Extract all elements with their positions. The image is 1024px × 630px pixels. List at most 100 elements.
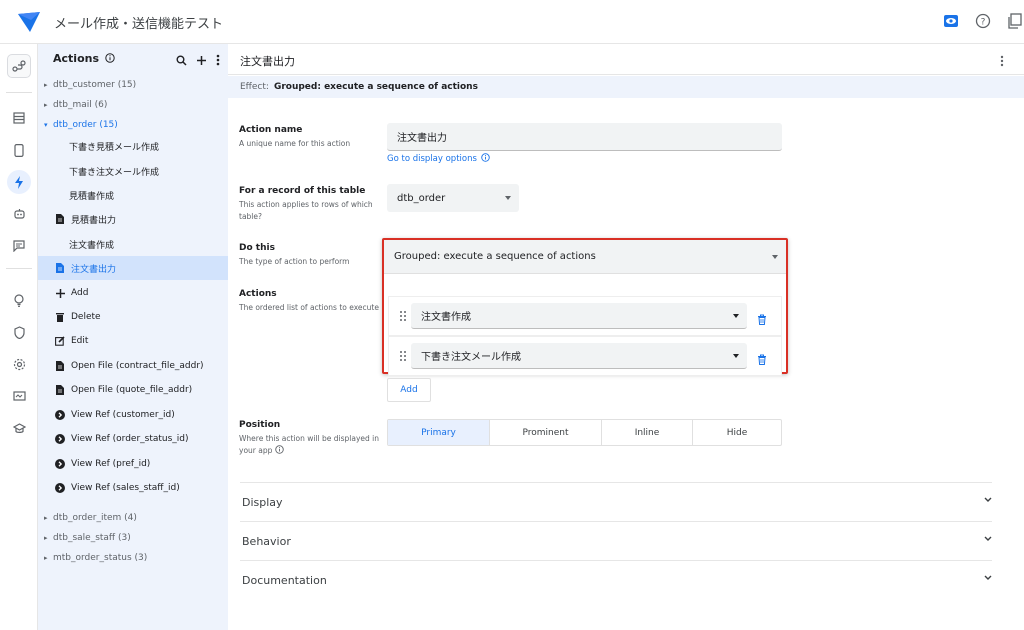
list-item[interactable]: View Ref (sales_staff_id) [38, 476, 228, 500]
caret-right-icon: ▸ [44, 554, 48, 562]
tree-table-dtb-mail[interactable]: ▸ dtb_mail (6) [38, 94, 228, 116]
do-this-desc: The type of action to perform [239, 257, 350, 266]
list-item[interactable]: 下書き注文メール作成 [38, 159, 228, 183]
routes-icon[interactable] [7, 54, 31, 78]
info-icon[interactable] [105, 53, 115, 66]
effect-bar: Effect: Grouped: execute a sequence of a… [228, 76, 1024, 98]
position-segmented-control: Primary Prominent Inline Hide [387, 419, 782, 446]
do-this-select[interactable]: Grouped: execute a sequence of actions [384, 240, 786, 274]
position-label: Position [239, 420, 281, 430]
file-icon [54, 360, 66, 372]
monitor-icon[interactable] [7, 384, 31, 408]
arrow-circle-icon [54, 409, 66, 421]
data-icon[interactable] [7, 106, 31, 130]
plus-icon [54, 287, 66, 299]
mobile-icon[interactable] [7, 138, 31, 162]
action-list-row: 注文書作成 [388, 296, 782, 336]
table-label: For a record of this table [239, 186, 366, 196]
list-item[interactable]: Delete [38, 305, 228, 329]
svg-text:?: ? [981, 18, 986, 28]
editor-header: 注文書出力 [228, 44, 1024, 75]
action-name-input[interactable]: 注文書出力 [387, 123, 782, 151]
trash-icon [54, 311, 66, 323]
list-item[interactable]: Open File (contract_file_addr) [38, 354, 228, 378]
info-icon [481, 153, 490, 165]
caret-down-icon: ▾ [44, 121, 48, 129]
more-vert-icon[interactable] [1000, 52, 1004, 71]
list-item[interactable]: View Ref (order_status_id) [38, 427, 228, 451]
position-prominent-option[interactable]: Prominent [490, 420, 602, 445]
chevron-down-icon [505, 196, 511, 200]
caret-right-icon: ▸ [44, 81, 48, 89]
edit-icon [54, 335, 66, 347]
tree-table-dtb-order[interactable]: ▾ dtb_order (15) [38, 114, 228, 136]
arrow-circle-icon [54, 482, 66, 494]
sidebar-header: Actions [38, 44, 228, 72]
eye-icon[interactable] [942, 12, 960, 30]
tree-table-mtb-order-status[interactable]: ▸ mtb_order_status (3) [38, 547, 228, 569]
security-shield-icon[interactable] [7, 320, 31, 344]
arrow-circle-icon [54, 433, 66, 445]
list-item-selected[interactable]: 注文書出力 [38, 256, 228, 280]
delete-icon[interactable] [757, 310, 767, 329]
automation-bot-icon[interactable] [7, 202, 31, 226]
add-icon[interactable] [196, 51, 207, 70]
display-options-link[interactable]: Go to display options [387, 153, 490, 165]
delete-icon[interactable] [757, 350, 767, 369]
actions-bolt-icon[interactable] [7, 170, 31, 194]
list-item[interactable]: View Ref (pref_id) [38, 452, 228, 476]
position-inline-option[interactable]: Inline [602, 420, 693, 445]
behavior-section[interactable]: Behavior [240, 521, 992, 560]
copy-icon[interactable] [1006, 12, 1024, 30]
display-section[interactable]: Display [240, 482, 992, 521]
lightbulb-icon[interactable] [7, 288, 31, 312]
nav-rail [0, 44, 38, 630]
tree-table-dtb-order-item[interactable]: ▸ dtb_order_item (4) [38, 507, 228, 529]
list-item[interactable]: View Ref (customer_id) [38, 403, 228, 427]
drag-handle-icon[interactable] [399, 350, 407, 362]
top-bar: メール作成・送信機能テスト ? [0, 0, 1024, 44]
page-title: 注文書出力 [240, 55, 295, 68]
documentation-section[interactable]: Documentation [240, 560, 992, 599]
action-name-label: Action name [239, 125, 303, 135]
help-icon[interactable]: ? [974, 12, 992, 30]
action-select[interactable]: 下書き注文メール作成 [411, 343, 747, 369]
appsheet-logo-icon [18, 12, 40, 32]
list-item[interactable]: Open File (quote_file_addr) [38, 378, 228, 402]
add-action-button[interactable]: Add [387, 378, 431, 402]
action-select[interactable]: 注文書作成 [411, 303, 747, 329]
table-select[interactable]: dtb_order [387, 184, 519, 212]
drag-handle-icon[interactable] [399, 310, 407, 322]
tree-table-dtb-customer[interactable]: ▸ dtb_customer (15) [38, 74, 228, 96]
chat-icon[interactable] [7, 234, 31, 258]
chevron-down-icon [733, 313, 739, 318]
do-this-label: Do this [239, 243, 275, 253]
actions-desc: The ordered list of actions to execute [239, 303, 379, 312]
list-item[interactable]: 見積書出力 [38, 207, 228, 231]
position-primary-option[interactable]: Primary [388, 420, 490, 445]
list-item[interactable]: 見積書作成 [38, 183, 228, 207]
learn-cap-icon[interactable] [7, 416, 31, 440]
list-item[interactable]: Edit [38, 329, 228, 353]
arrow-circle-icon [54, 458, 66, 470]
tree-table-dtb-sale-staff[interactable]: ▸ dtb_sale_staff (3) [38, 527, 228, 549]
chevron-down-icon [772, 254, 778, 259]
sidebar-title: Actions [53, 52, 115, 66]
search-icon[interactable] [176, 51, 187, 70]
list-item[interactable]: 下書き見積メール作成 [38, 134, 228, 158]
app-title: メール作成・送信機能テスト [54, 17, 224, 32]
position-desc: Where this action will be displayed in y… [239, 433, 379, 458]
list-item[interactable]: Add [38, 281, 228, 305]
position-hide-option[interactable]: Hide [693, 420, 781, 445]
file-icon [54, 384, 66, 396]
caret-right-icon: ▸ [44, 101, 48, 109]
chevron-down-icon [984, 497, 992, 502]
chevron-down-icon [733, 353, 739, 358]
info-icon[interactable] [275, 445, 284, 458]
more-vert-icon[interactable] [216, 51, 220, 70]
settings-gear-icon[interactable] [7, 352, 31, 376]
file-icon [54, 213, 66, 225]
list-item[interactable]: 注文書作成 [38, 232, 228, 256]
action-list-row: 下書き注文メール作成 [388, 336, 782, 376]
action-name-desc: A unique name for this action [239, 139, 351, 148]
